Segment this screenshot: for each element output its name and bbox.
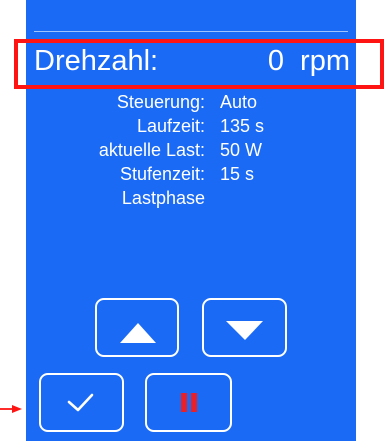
highlight-frame — [14, 39, 384, 89]
aktuelle-last-label: aktuelle Last: — [98, 140, 205, 160]
top-divider — [34, 31, 348, 32]
lastphase-label: Lastphase — [121, 188, 205, 208]
pause-button[interactable] — [145, 373, 232, 432]
increase-button[interactable] — [95, 298, 179, 357]
info-row-steuerung: Steuerung: Auto — [26, 90, 356, 114]
info-row-aktuelle-last: aktuelle Last: 50 W — [26, 138, 356, 162]
laufzeit-value: 135 s — [220, 116, 265, 136]
laufzeit-label: Laufzeit: — [136, 116, 205, 136]
checkmark-icon — [67, 393, 94, 412]
aktuelle-last-value: 50 W — [220, 140, 263, 160]
info-row-lastphase: Lastphase — [26, 186, 356, 210]
screen: Drehzahl: 0 rpm Steuerung: Auto Laufzeit… — [0, 0, 390, 441]
info-row-laufzeit: Laufzeit: 135 s — [26, 114, 356, 138]
pointer-arrow-icon — [0, 405, 22, 413]
decrease-button[interactable] — [202, 298, 287, 357]
confirm-button[interactable] — [39, 373, 124, 432]
steuerung-label: Steuerung: — [116, 92, 205, 112]
info-row-stufenzeit: Stufenzeit: 15 s — [26, 162, 356, 186]
stufenzeit-value: 15 s — [220, 164, 255, 184]
pause-icon — [181, 393, 197, 412]
stufenzeit-label: Stufenzeit: — [119, 164, 205, 184]
triangle-up-icon — [120, 323, 156, 343]
steuerung-value: Auto — [220, 92, 258, 112]
triangle-down-icon — [226, 321, 263, 340]
